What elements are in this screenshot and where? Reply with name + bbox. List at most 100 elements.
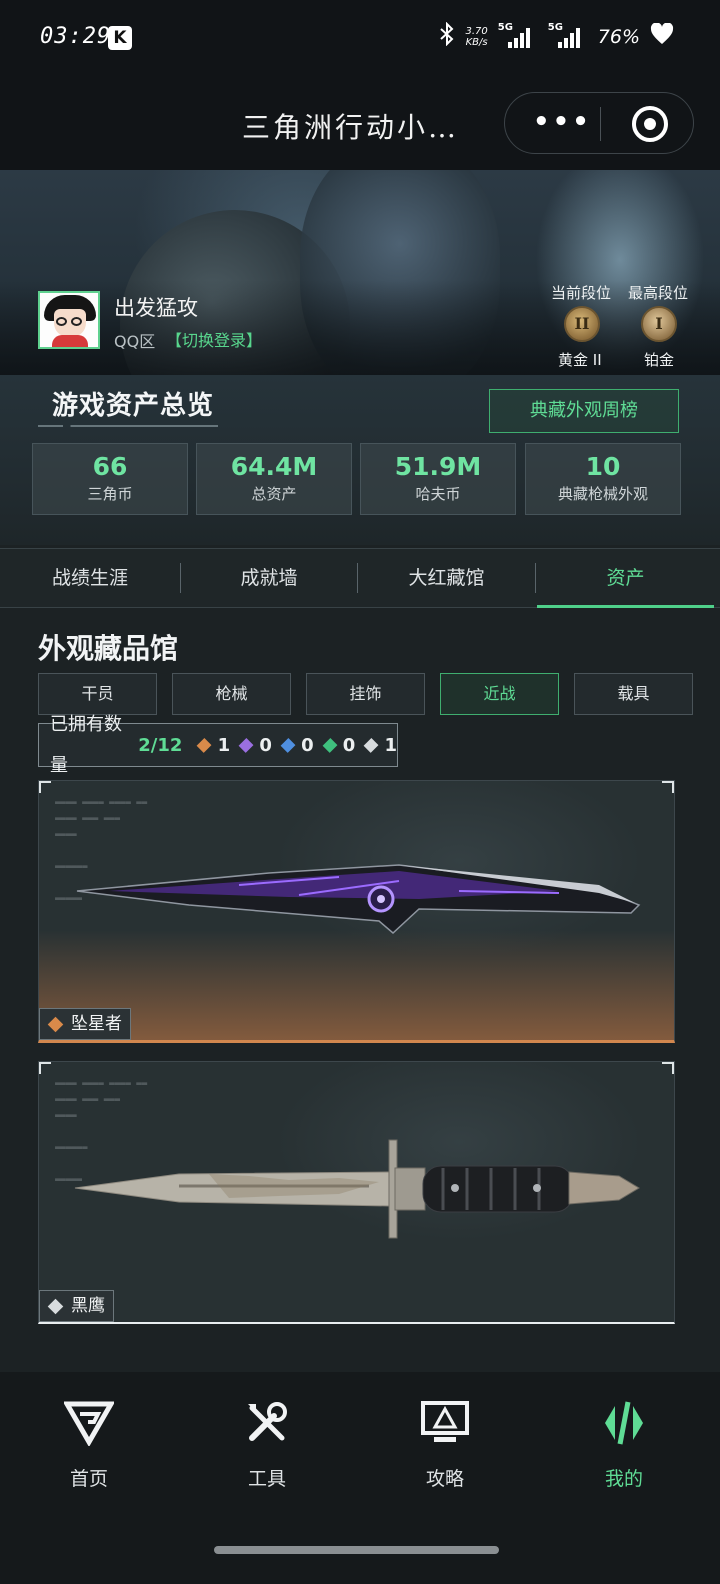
green-rarity-count: 0 [342, 734, 356, 756]
tools-icon [207, 1400, 327, 1446]
green-rarity-gem-icon [322, 737, 338, 753]
mini-program-title-bar: 三角洲行动小… ••• [0, 80, 720, 170]
stat-card: 64.4M 总资产 [196, 443, 352, 515]
frame-corner [662, 781, 674, 793]
battery-percent: 76% [597, 25, 640, 48]
close-mini-program-icon[interactable] [632, 106, 668, 142]
gold-rank-badge-icon: II [564, 306, 600, 342]
mini-program-capsule: ••• [504, 92, 694, 154]
nav-label: 我的 [604, 1468, 643, 1490]
white-rarity-count: 1 [384, 734, 398, 756]
overview-title: 游戏资产总览 [52, 391, 215, 421]
bluetooth-icon [438, 21, 456, 51]
owned-count-bar: 已拥有数量 2/12 1 0 0 0 1 [38, 714, 398, 776]
login-region: QQ区 [114, 332, 156, 351]
item-name: 黑鹰 [71, 1296, 105, 1316]
stat-label: 总资产 [251, 485, 297, 503]
platinum-rank-badge-icon: I [641, 306, 677, 342]
white-rarity-gem-icon [47, 1298, 64, 1314]
title-underline [38, 425, 218, 427]
stat-value: 66 [92, 452, 128, 481]
blue-rarity-gem-icon [280, 737, 296, 753]
stat-label: 三角币 [87, 485, 133, 503]
tab-red-collection[interactable]: 大红藏馆 [358, 549, 535, 607]
frame-corner [39, 781, 51, 793]
status-bar: 03:29 K 3.70 KB/s 5G 5G 76% [0, 0, 720, 80]
purple-rarity-count: 0 [259, 734, 272, 756]
item-name-tag: 黑鹰 [39, 1290, 114, 1322]
collection-item-card[interactable]: ▬▬▬▬ ▬▬▬▬ ▬▬▬▬ ▬▬ ▬▬▬▬ ▬▬▬ ▬▬▬ ▬▬▬▬ ▬▬▬▬▬▬ ▬… [38, 780, 675, 1043]
tab-career-stats[interactable]: 战绩生涯 [0, 549, 180, 607]
status-time: 03:29 [40, 24, 112, 49]
home-gesture-indicator[interactable] [214, 1546, 499, 1554]
orange-rarity-count: 1 [217, 734, 231, 756]
item-name: 坠星者 [71, 1014, 122, 1034]
k-app-badge-icon: K [108, 26, 132, 50]
stat-value: 64.4M [230, 452, 318, 481]
username: 出发猛攻 [114, 296, 198, 320]
falling-star-knife-image [76, 864, 641, 935]
status-indicators: 3.70 KB/s 5G 5G 76% [438, 22, 675, 51]
nav-tools[interactable]: 工具 [207, 1400, 327, 1491]
filter-melee[interactable]: 近战 [440, 673, 559, 715]
current-rank-name: 黄金 II [558, 351, 602, 369]
purple-rarity-gem-icon [238, 737, 254, 753]
nav-guides[interactable]: 攻略 [385, 1400, 505, 1491]
current-rank-label: 当前段位 [551, 284, 612, 302]
highest-rank-label: 最高段位 [628, 284, 689, 302]
switch-login-link[interactable]: 【切换登录】 [166, 327, 262, 351]
signal-icon-2: 5G [548, 22, 588, 48]
signal-icon: 5G [498, 22, 538, 48]
stat-label: 典藏枪械外观 [557, 485, 648, 503]
asset-overview: 游戏资产总览 典藏外观周榜 66 三角币 64.4M 总资产 51.9M 哈夫币… [0, 375, 720, 545]
collection-item-card[interactable]: ▬▬▬▬ ▬▬▬▬ ▬▬▬▬ ▬▬ ▬▬▬▬ ▬▬▬ ▬▬▬ ▬▬▬▬ ▬▬▬▬▬▬ ▬… [38, 1061, 675, 1324]
network-speed: 3.70 KB/s [466, 26, 488, 48]
profile-logo-icon [564, 1400, 684, 1446]
tab-divider [535, 563, 536, 593]
avatar[interactable] [38, 291, 100, 349]
stat-card: 51.9M 哈夫币 [360, 443, 516, 515]
black-eagle-knife-image [74, 1139, 640, 1239]
section-tabs: 战绩生涯 成就墙 大红藏馆 资产 [0, 548, 720, 608]
orange-rarity-gem-icon [47, 1016, 64, 1032]
more-options-icon[interactable]: ••• [533, 109, 592, 135]
weekly-collection-ranking-button[interactable]: 典藏外观周榜 [489, 389, 679, 433]
stat-card: 10 典藏枪械外观 [525, 443, 681, 515]
nav-label: 攻略 [425, 1468, 464, 1490]
profile-banner: 出发猛攻 QQ区 【切换登录】 当前段位 II 黄金 II 最高段位 I 铂金 [0, 170, 720, 375]
home-logo-icon [29, 1400, 149, 1446]
filter-vehicles[interactable]: 载具 [574, 673, 693, 715]
item-name-tag: 坠星者 [39, 1008, 131, 1040]
guide-monitor-icon [385, 1400, 505, 1446]
stat-card: 66 三角币 [32, 443, 188, 515]
nav-label: 首页 [69, 1468, 108, 1490]
nav-home[interactable]: 首页 [29, 1400, 149, 1491]
active-tab-indicator [537, 605, 714, 608]
orange-rarity-gem-icon [197, 737, 213, 753]
filter-charms[interactable]: 挂饰 [306, 673, 425, 715]
stat-label: 哈夫币 [415, 485, 461, 503]
battery-heart-icon [650, 22, 674, 50]
tab-achievement-wall[interactable]: 成就墙 [181, 549, 357, 607]
network-speed-value: 3.70 [465, 25, 488, 37]
blue-rarity-count: 0 [301, 734, 314, 756]
owned-count: 2/12 [138, 734, 183, 756]
network-speed-unit: KB/s [465, 36, 488, 48]
tab-assets[interactable]: 资产 [537, 549, 714, 607]
page-title: 三角洲行动小… [242, 111, 460, 144]
nav-label: 工具 [247, 1468, 286, 1490]
owned-label: 已拥有数量 [50, 714, 122, 776]
white-rarity-gem-icon [363, 737, 379, 753]
signal-label-2: 5G [547, 21, 563, 33]
nav-mine[interactable]: 我的 [564, 1400, 684, 1491]
stat-value: 10 [585, 452, 621, 481]
banner-shade [0, 280, 720, 375]
signal-label: 5G [497, 21, 513, 33]
highest-rank-name: 铂金 [644, 351, 675, 369]
frame-corner [39, 1062, 51, 1074]
capsule-divider [600, 107, 601, 141]
frame-corner [662, 1062, 674, 1074]
filter-firearms[interactable]: 枪械 [172, 673, 291, 715]
gallery-title: 外观藏品馆 [38, 632, 179, 665]
stat-value: 51.9M [394, 452, 482, 481]
